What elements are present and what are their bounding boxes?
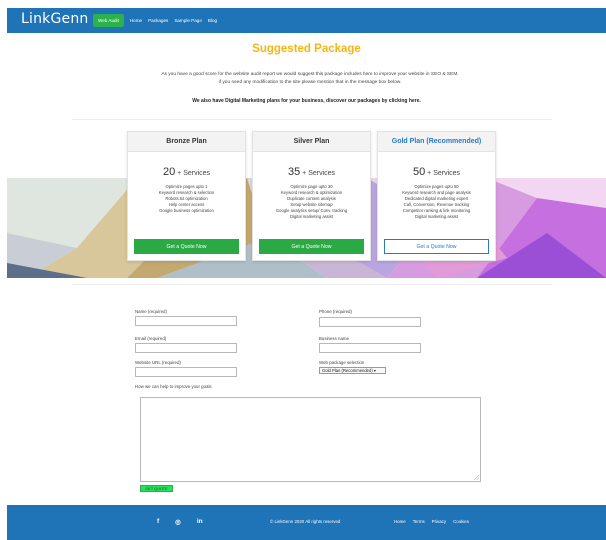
feature-list: Optimize pages upto 1 Keyword research &…: [128, 184, 245, 214]
intro-text: As you have a good score for the website…: [100, 71, 520, 87]
copyright-text: © LinkGenn 2020 All rights reserved: [270, 519, 341, 524]
feature-list: Optimize page upto 30 Keyword research &…: [253, 184, 370, 219]
phone-field[interactable]: [319, 317, 421, 327]
get-quote-submit-button[interactable]: GET QUOTE: [140, 485, 173, 492]
services-suffix: + Services: [177, 170, 211, 177]
plan-title: Gold Plan (Recommended): [378, 132, 495, 152]
footer-link-terms[interactable]: Terms: [413, 519, 425, 524]
chevron-down-icon: ▾: [372, 368, 377, 373]
nav-blog[interactable]: Blog: [208, 17, 217, 24]
business-label: Business name: [319, 336, 350, 341]
services-count: 50 + Services: [378, 166, 495, 178]
phone-label: Phone (required): [319, 309, 352, 314]
package-label: Web package selection: [319, 360, 365, 365]
services-number: 20: [162, 166, 176, 178]
footer-link-home[interactable]: Home: [394, 519, 406, 524]
nav-sample-page[interactable]: Sample Page: [174, 17, 202, 24]
services-number: 50: [412, 166, 426, 178]
services-count: 35 + Services: [253, 166, 370, 178]
nav-home[interactable]: Home: [130, 17, 142, 24]
plan-card-bronze: Bronze Plan 20 + Services Optimize pages…: [127, 131, 246, 261]
social-links: f ◎ in: [157, 518, 203, 526]
message-textarea[interactable]: [140, 397, 481, 482]
facebook-icon[interactable]: f: [157, 518, 159, 526]
message-label: How we can help to improve your goals: [135, 384, 212, 389]
footer-links: Home Terms Privacy Cookies: [394, 519, 469, 524]
services-count: 20 + Services: [128, 166, 245, 178]
main-nav: Web Audit Home Packages Sample Page Blog: [93, 14, 217, 27]
divider: [72, 119, 552, 120]
name-label: Name (required): [135, 309, 167, 314]
package-select[interactable]: Gold Plan (Recommended) ▾: [319, 367, 386, 374]
feature-item: Google business optimization: [159, 207, 214, 213]
get-quote-button[interactable]: Get a Quote Now: [134, 239, 239, 254]
plan-card-gold: Gold Plan (Recommended) 50 + Services Op…: [377, 131, 496, 261]
instagram-icon[interactable]: ◎: [175, 518, 181, 526]
plan-title: Silver Plan: [253, 132, 370, 152]
name-field[interactable]: [135, 316, 237, 326]
plan-card-silver: Silver Plan 35 + Services Optimize page …: [252, 131, 371, 261]
header-bar: LinkGenn Web Audit Home Packages Sample …: [7, 8, 606, 33]
get-quote-button[interactable]: Get a Quote Now: [259, 239, 364, 254]
site-logo[interactable]: LinkGenn: [21, 11, 88, 27]
get-quote-button[interactable]: Get a Quote Now: [384, 239, 489, 254]
footer: f ◎ in © LinkGenn 2020 All rights reserv…: [7, 505, 606, 540]
intro-line-1: As you have a good score for the website…: [161, 72, 459, 77]
plan-title: Bronze Plan: [128, 132, 245, 152]
email-field[interactable]: [135, 343, 237, 353]
website-url-field[interactable]: [135, 367, 237, 377]
resize-handle-icon[interactable]: [474, 475, 479, 480]
linkedin-icon[interactable]: in: [197, 518, 203, 526]
website-url-label: Website URL (required): [135, 360, 181, 365]
footer-link-cookies[interactable]: Cookies: [453, 519, 469, 524]
page-title: Suggested Package: [252, 43, 361, 55]
feature-list: Optimize pages upto 50 Keyword research …: [378, 184, 495, 219]
divider: [72, 284, 552, 285]
services-suffix: + Services: [427, 170, 461, 177]
feature-item: Digital marketing assist: [289, 213, 334, 219]
intro-line-2: if you need any modification to the site…: [218, 80, 402, 85]
nav-web-audit[interactable]: Web Audit: [93, 14, 124, 27]
packages-link-text[interactable]: We also have Digital Marketing plans for…: [7, 98, 606, 104]
feature-item: Digital marketing assist: [414, 213, 459, 219]
email-label: Email (required): [135, 336, 167, 341]
footer-link-privacy[interactable]: Privacy: [432, 519, 446, 524]
services-suffix: + Services: [302, 170, 336, 177]
package-selected-value: Gold Plan (Recommended): [322, 368, 373, 373]
business-field[interactable]: [319, 343, 421, 353]
nav-packages[interactable]: Packages: [148, 17, 168, 24]
services-number: 35: [287, 166, 301, 178]
